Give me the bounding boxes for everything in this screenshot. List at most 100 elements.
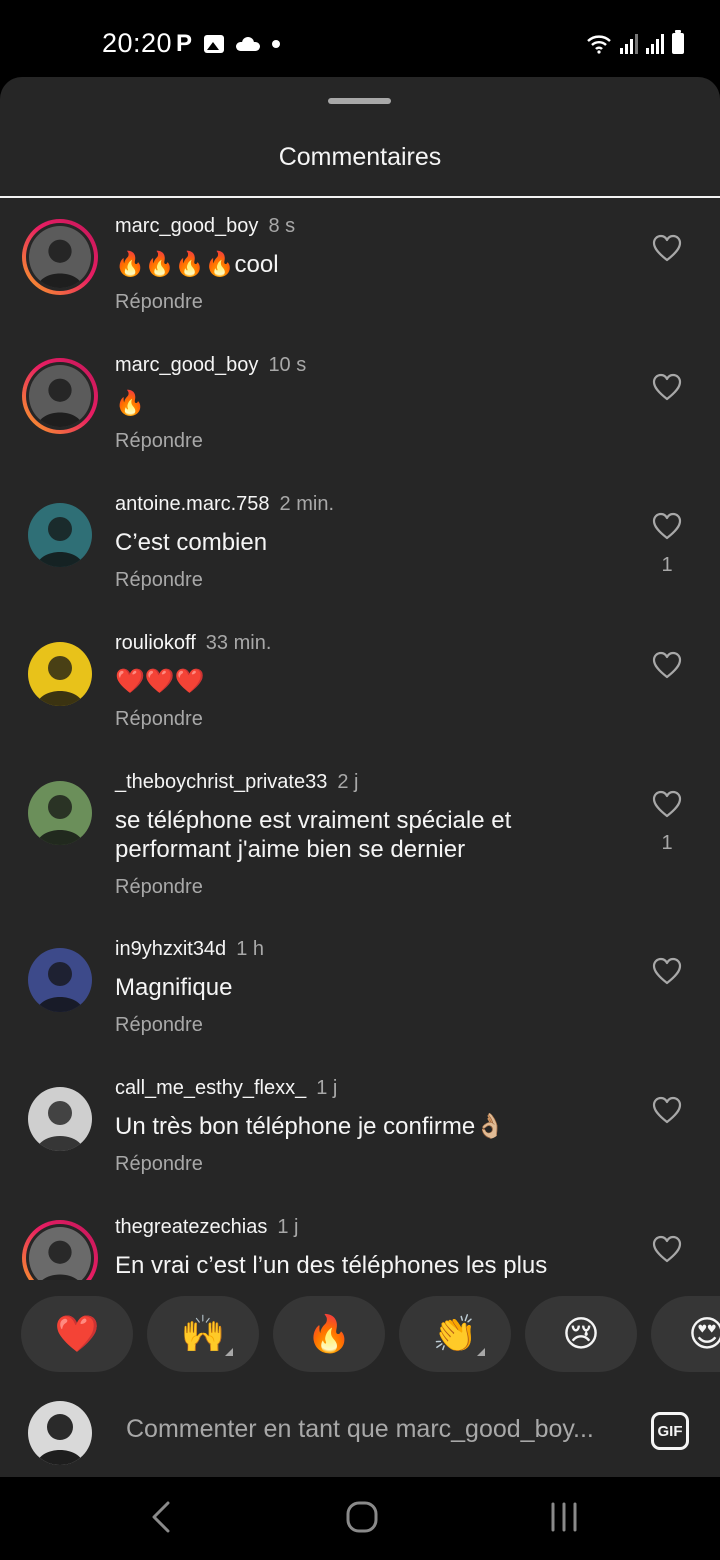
comment-username[interactable]: marc_good_boy — [115, 354, 258, 376]
more-notifications-dot-icon — [272, 40, 281, 48]
comment-header: rouliokoff 33 min. — [115, 632, 271, 655]
variants-corner-icon — [225, 1348, 233, 1356]
wifi-icon — [587, 35, 611, 54]
like-heart-icon[interactable] — [652, 957, 682, 985]
comment-input[interactable]: Commenter en tant que marc_good_boy... — [126, 1415, 594, 1444]
comment-text: se téléphone est vraiment spéciale et pe… — [115, 807, 512, 863]
reply-button[interactable]: Répondre — [115, 569, 203, 592]
battery-icon — [672, 30, 684, 54]
commenter-avatar[interactable] — [22, 219, 98, 295]
comment-composer: Commenter en tant que marc_good_boy... G… — [0, 1389, 720, 1477]
commenter-avatar[interactable] — [22, 942, 98, 1018]
signal-strength-icon-sim2 — [646, 34, 664, 54]
gif-button[interactable]: GIF — [651, 1412, 689, 1450]
commenter-avatar[interactable] — [22, 358, 98, 434]
comment-text: C’est combien — [115, 529, 268, 556]
reply-button[interactable]: Répondre — [115, 708, 203, 731]
reply-button[interactable]: Répondre — [115, 1014, 203, 1037]
variants-corner-icon — [477, 1348, 485, 1356]
quick-reaction-button[interactable]: 😢 — [525, 1296, 637, 1372]
parking-notification-icon: P — [176, 30, 193, 57]
sheet-drag-handle[interactable] — [328, 98, 391, 104]
comment-header: _theboychrist_private33 2 j — [115, 771, 358, 794]
quick-reactions-row: ❤️ 🙌 🔥 👏 😢 😍 — [0, 1296, 720, 1372]
quick-reaction-button[interactable]: ❤️ — [21, 1296, 133, 1372]
comment-time: 8 s — [268, 215, 296, 237]
signal-strength-icon — [620, 34, 638, 54]
recent-apps-bars-icon[interactable] — [544, 1497, 584, 1537]
comment-time: 10 s — [268, 354, 307, 376]
reply-button[interactable]: Répondre — [115, 291, 203, 314]
comment-item: in9yhzxit34d 1 h Magnifique Répondre — [0, 921, 720, 1061]
comment-text: 🔥🔥🔥🔥cool — [115, 251, 279, 278]
reply-button[interactable]: Répondre — [115, 1153, 203, 1176]
reaction-emoji: 😍 — [688, 1313, 720, 1354]
like-heart-icon[interactable] — [652, 651, 682, 679]
comment-item: rouliokoff 33 min. ❤️❤️❤️ Répondre — [0, 615, 720, 755]
reaction-emoji: 🔥 — [306, 1313, 352, 1354]
cloud-notification-icon — [236, 37, 261, 51]
comment-header: call_me_esthy_flexx_ 1 j — [115, 1077, 337, 1100]
like-count: 1 — [661, 832, 673, 854]
comment-username[interactable]: _theboychrist_private33 — [115, 771, 327, 793]
comment-time: 2 j — [337, 771, 359, 793]
comment-header: marc_good_boy 8 s — [115, 215, 295, 238]
comment-text: Magnifique — [115, 974, 233, 1001]
system-nav-bar — [0, 1477, 720, 1560]
commenter-avatar[interactable] — [22, 775, 98, 851]
comment-username[interactable]: marc_good_boy — [115, 215, 258, 237]
reaction-emoji: 🙌 — [180, 1313, 226, 1354]
like-heart-icon[interactable] — [652, 234, 682, 262]
back-chevron-icon[interactable] — [142, 1497, 182, 1537]
reaction-emoji: ❤️ — [54, 1313, 100, 1354]
comment-username[interactable]: thegreatezechias — [115, 1216, 267, 1238]
home-square-icon[interactable] — [342, 1497, 382, 1537]
like-heart-icon[interactable] — [652, 790, 682, 818]
comment-item: thegreatezechias 1 j En vrai c’est l’un de… — [0, 1199, 720, 1280]
comment-username[interactable]: call_me_esthy_flexx_ — [115, 1077, 306, 1099]
comment-text: Un très bon téléphone je confirme👌🏼 — [115, 1113, 506, 1140]
comment-header: in9yhzxit34d 1 h — [115, 938, 264, 961]
comment-item: marc_good_boy 10 s 🔥 Répondre — [0, 337, 720, 477]
like-heart-icon[interactable] — [652, 373, 682, 401]
like-heart-icon[interactable] — [652, 512, 682, 540]
comment-username[interactable]: rouliokoff — [115, 632, 196, 654]
reply-button[interactable]: Répondre — [115, 430, 203, 453]
comment-header: marc_good_boy 10 s — [115, 354, 306, 377]
comments-sheet: Commentaires marc_good_boy 8 s 🔥🔥🔥🔥cool Rép… — [0, 77, 720, 1477]
composer-avatar — [28, 1401, 92, 1465]
quick-reaction-button[interactable]: 🔥 — [273, 1296, 385, 1372]
gallery-notification-icon — [204, 35, 225, 53]
comment-text: 🔥 — [115, 390, 145, 417]
like-count: 1 — [661, 554, 673, 576]
comment-text: ❤️❤️❤️ — [115, 668, 205, 695]
comment-time: 33 min. — [205, 632, 272, 654]
reply-button[interactable]: Répondre — [115, 876, 203, 899]
commenter-avatar[interactable] — [22, 636, 98, 712]
status-time: 20:20 — [102, 28, 173, 58]
reaction-emoji: 😢 — [562, 1313, 600, 1354]
comment-item: _theboychrist_private33 2 j se téléphone e… — [0, 754, 720, 898]
comment-item: call_me_esthy_flexx_ 1 j Un très bon télép… — [0, 1060, 720, 1200]
commenter-avatar[interactable] — [22, 497, 98, 573]
commenter-avatar[interactable] — [22, 1081, 98, 1157]
comment-item: marc_good_boy 8 s 🔥🔥🔥🔥cool Répondre — [0, 198, 720, 338]
comment-header: thegreatezechias 1 j — [115, 1216, 298, 1239]
status-bar: 20:20 P — [0, 0, 720, 76]
like-heart-icon[interactable] — [652, 1096, 682, 1124]
quick-reaction-button[interactable]: 🙌 — [147, 1296, 259, 1372]
comments-list[interactable]: marc_good_boy 8 s 🔥🔥🔥🔥cool Répondre marc_goo… — [0, 198, 720, 1280]
like-heart-icon[interactable] — [652, 1235, 682, 1263]
comment-username[interactable]: antoine.marc.758 — [115, 493, 270, 515]
comment-time: 2 min. — [279, 493, 335, 515]
sheet-title: Commentaires — [278, 143, 442, 171]
quick-reaction-button[interactable]: 😍 — [651, 1296, 720, 1372]
comment-username[interactable]: in9yhzxit34d — [115, 938, 226, 960]
comment-header: antoine.marc.758 2 min. — [115, 493, 334, 516]
comment-text: En vrai c’est l’un des téléphones les pl… — [115, 1252, 548, 1279]
status-system-icons — [586, 30, 684, 54]
comment-time: 1 j — [316, 1077, 338, 1099]
commenter-avatar[interactable] — [22, 1220, 98, 1280]
comment-item: antoine.marc.758 2 min. C’est combien Répon… — [0, 476, 720, 616]
quick-reaction-button[interactable]: 👏 — [399, 1296, 511, 1372]
